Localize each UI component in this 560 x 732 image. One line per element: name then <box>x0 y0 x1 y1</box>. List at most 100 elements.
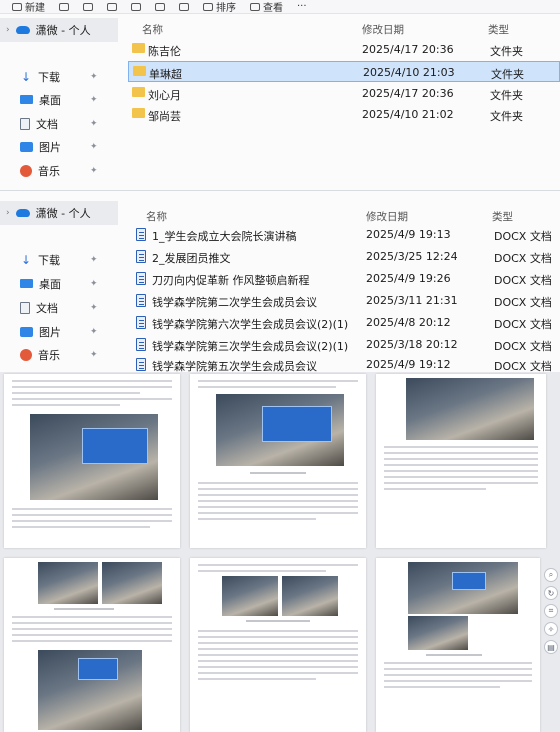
pin-icon: ✦ <box>90 118 98 129</box>
paste-button[interactable] <box>107 2 117 11</box>
word-document-icon <box>136 272 146 285</box>
word-document-icon <box>136 358 146 371</box>
sidebar-item-downloads[interactable]: ↓ 下载 ✦ <box>0 248 108 271</box>
download-icon: ↓ <box>20 252 32 267</box>
text-line <box>384 488 486 490</box>
file-row[interactable]: 2_发展团员推文 2025/3/25 12:24 DOCX 文档 <box>128 246 560 267</box>
sidebar-item-documents[interactable]: 文档 ✦ <box>0 296 108 319</box>
paste-icon <box>107 2 117 11</box>
sidebar-item-pictures[interactable]: 图片 ✦ <box>0 320 108 343</box>
onedrive-label: 潇微 - 个人 <box>35 24 91 37</box>
desktop-icon <box>20 279 33 288</box>
file-row[interactable]: 1_学生会成立大会院长演讲稿 2025/4/9 19:13 DOCX 文档 <box>128 224 560 245</box>
pin-icon: ✦ <box>90 278 98 289</box>
text-line <box>12 398 172 400</box>
folder-icon <box>132 108 145 118</box>
text-line <box>12 634 172 636</box>
sidebar-item-desktop[interactable]: 桌面 ✦ <box>0 272 108 295</box>
file-type: DOCX 文档 <box>494 296 552 309</box>
new-label: 新建 <box>25 3 45 14</box>
bulb-icon[interactable]: ✧ <box>544 622 558 636</box>
column-date[interactable]: 修改日期 <box>366 209 408 224</box>
file-row[interactable]: 陈吉伦 2025/4/17 20:36 文件夹 <box>128 39 560 60</box>
sidebar-item-documents[interactable]: 文档 ✦ <box>0 112 108 135</box>
column-header: 名称 修改日期 类型 <box>120 203 560 225</box>
file-row[interactable]: 刀刃向内促革新 作风整顿启新程 2025/4/9 19:26 DOCX 文档 <box>128 268 560 289</box>
column-name[interactable]: 名称 <box>146 209 167 224</box>
file-type: 文件夹 <box>490 89 523 102</box>
file-row[interactable]: 钱学森学院第三次学生会成员会议(2)(1) 2025/3/18 20:12 DO… <box>128 334 560 355</box>
text-line <box>384 464 538 466</box>
text-line <box>198 630 358 632</box>
sidebar-item-label: 文档 <box>36 117 58 131</box>
document-page-thumbnail[interactable] <box>4 374 180 548</box>
text-line <box>12 616 172 618</box>
event-photo <box>408 616 468 650</box>
file-row[interactable]: 钱学森学院第六次学生会成员会议(2)(1) 2025/4/8 20:12 DOC… <box>128 312 560 333</box>
column-type[interactable]: 类型 <box>492 209 513 224</box>
document-page-thumbnail[interactable] <box>376 558 540 732</box>
zoom-icon[interactable]: ⌕ <box>544 568 558 582</box>
text-line <box>198 506 358 508</box>
chevron-right-icon: › <box>6 25 10 35</box>
sort-button[interactable]: 排序 <box>203 0 236 14</box>
sidebar-item-label: 图片 <box>39 325 61 339</box>
toolbar: 新建 排序 查看 ··· <box>0 0 560 14</box>
copy-button[interactable] <box>83 2 93 11</box>
column-type[interactable]: 类型 <box>488 22 509 37</box>
file-name: 2_发展团员推文 <box>152 252 231 265</box>
sidebar-item-label: 文档 <box>36 301 58 315</box>
file-name: 单琳超 <box>149 68 182 81</box>
file-row[interactable]: 钱学森学院第五次学生会成员会议 2025/4/9 19:12 DOCX 文档 <box>128 354 560 372</box>
document-page-thumbnail[interactable] <box>376 374 546 548</box>
sidebar-item-music[interactable]: 音乐 ✦ <box>0 159 108 182</box>
file-row-selected[interactable]: 单琳超 2025/4/10 21:03 文件夹 <box>128 61 560 82</box>
text-line <box>198 672 358 674</box>
text-line <box>198 660 358 662</box>
event-photo <box>216 394 344 466</box>
text-line <box>198 512 358 514</box>
sidebar-item-desktop[interactable]: 桌面 ✦ <box>0 88 108 111</box>
text-line <box>198 386 336 388</box>
rename-button[interactable] <box>131 2 141 11</box>
rotate-icon[interactable]: ↻ <box>544 586 558 600</box>
text-line <box>384 662 532 664</box>
file-name: 钱学森学院第六次学生会成员会议(2)(1) <box>152 318 349 331</box>
trash-icon <box>179 2 189 11</box>
event-photo <box>102 562 162 604</box>
document-page-thumbnail[interactable] <box>190 374 366 548</box>
share-button[interactable] <box>155 2 165 11</box>
sidebar-item-label: 下载 <box>38 253 60 267</box>
cut-button[interactable] <box>59 2 69 11</box>
sidebar-item-downloads[interactable]: ↓ 下载 ✦ <box>0 65 108 88</box>
file-row[interactable]: 邹尚芸 2025/4/10 21:02 文件夹 <box>128 104 560 125</box>
print-icon[interactable]: ▤ <box>544 640 558 654</box>
new-button[interactable]: 新建 <box>12 0 45 14</box>
view-button[interactable]: 查看 <box>250 0 283 14</box>
event-photo <box>406 378 534 440</box>
file-row[interactable]: 钱学森学院第二次学生会成员会议 2025/3/11 21:31 DOCX 文档 <box>128 290 560 311</box>
document-page-thumbnail[interactable] <box>190 558 366 732</box>
crop-icon[interactable]: ⌗ <box>544 604 558 618</box>
sidebar-item-label: 桌面 <box>39 93 61 107</box>
event-photo <box>30 414 158 500</box>
column-date[interactable]: 修改日期 <box>362 22 404 37</box>
text-line <box>12 386 172 388</box>
file-row[interactable]: 刘心月 2025/4/17 20:36 文件夹 <box>128 83 560 104</box>
sidebar-onedrive[interactable]: › 潇微 - 个人 <box>0 201 118 225</box>
text-line <box>12 520 172 522</box>
sidebar-item-pictures[interactable]: 图片 ✦ <box>0 135 108 158</box>
file-type: DOCX 文档 <box>494 360 552 372</box>
text-line <box>198 500 358 502</box>
text-line <box>12 628 172 630</box>
text-line <box>198 636 358 638</box>
sidebar-item-music[interactable]: 音乐 ✦ <box>0 343 108 366</box>
text-line <box>384 452 538 454</box>
more-button[interactable]: ··· <box>297 1 307 12</box>
sidebar-onedrive[interactable]: › 潇微 - 个人 <box>0 18 118 42</box>
delete-button[interactable] <box>179 2 189 11</box>
text-line <box>384 674 532 676</box>
column-name[interactable]: 名称 <box>142 22 163 37</box>
text-line <box>198 494 358 496</box>
document-page-thumbnail[interactable] <box>4 558 180 732</box>
